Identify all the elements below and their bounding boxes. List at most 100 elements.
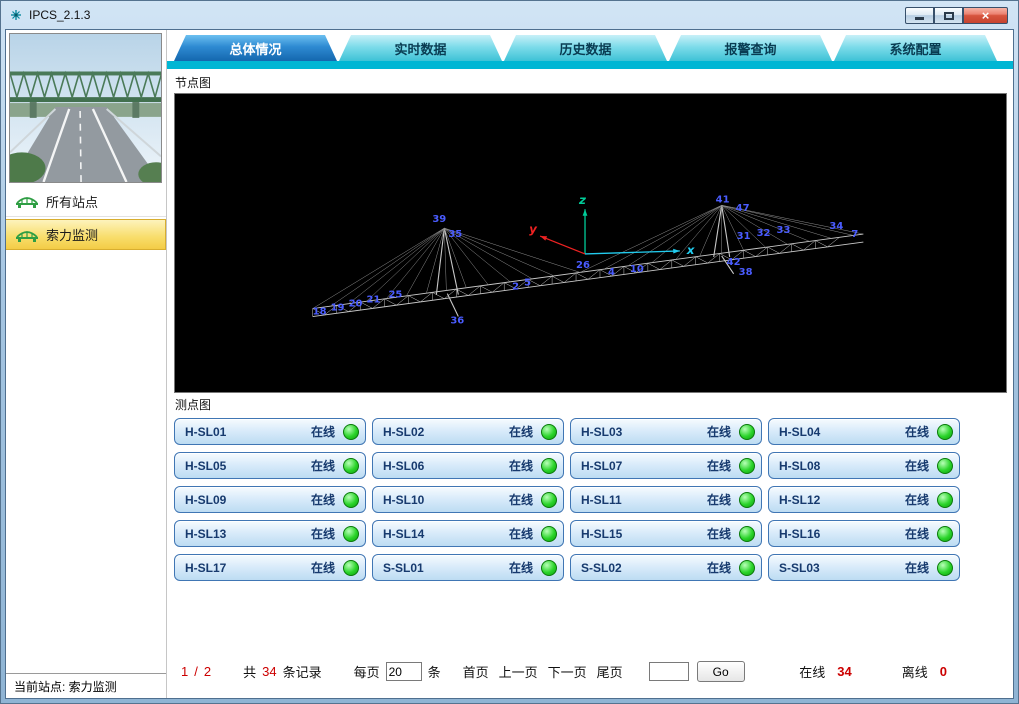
online-indicator-icon bbox=[937, 492, 953, 508]
sensor-card-H-SL17[interactable]: H-SL17在线 bbox=[174, 554, 366, 581]
sensor-id: H-SL15 bbox=[581, 527, 707, 541]
minimize-button[interactable] bbox=[905, 7, 934, 24]
online-indicator-icon bbox=[343, 424, 359, 440]
sensor-card-H-SL14[interactable]: H-SL14在线 bbox=[372, 520, 564, 547]
svg-text:5: 5 bbox=[524, 278, 531, 289]
sensor-card-H-SL16[interactable]: H-SL16在线 bbox=[768, 520, 960, 547]
sensor-id: H-SL13 bbox=[185, 527, 311, 541]
sensor-status: 在线 bbox=[509, 423, 533, 440]
sensor-id: H-SL17 bbox=[185, 561, 311, 575]
page-separator: / bbox=[194, 664, 198, 679]
sensor-status: 在线 bbox=[311, 491, 335, 508]
svg-text:47: 47 bbox=[736, 203, 750, 214]
page-jump-input[interactable] bbox=[649, 662, 689, 681]
sensor-status: 在线 bbox=[509, 525, 533, 542]
app-window: IPCS_2.1.3 × bbox=[0, 0, 1019, 704]
svg-text:7: 7 bbox=[851, 229, 858, 240]
sensor-card-H-SL03[interactable]: H-SL03在线 bbox=[570, 418, 762, 445]
sensor-status: 在线 bbox=[905, 423, 929, 440]
tab-0[interactable]: 总体情况 bbox=[174, 35, 337, 61]
svg-text:x: x bbox=[686, 243, 696, 257]
online-indicator-icon bbox=[343, 526, 359, 542]
total-pages: 2 bbox=[204, 664, 211, 679]
online-indicator-icon bbox=[937, 526, 953, 542]
main-area: 总体情况实时数据历史数据报警查询系统配置 节点图 zyx393536181920… bbox=[167, 30, 1013, 698]
records-suffix: 条记录 bbox=[283, 662, 322, 681]
tab-1[interactable]: 实时数据 bbox=[339, 35, 502, 61]
svg-text:z: z bbox=[578, 193, 586, 207]
sensor-card-H-SL08[interactable]: H-SL08在线 bbox=[768, 452, 960, 479]
prev-page-link[interactable]: 上一页 bbox=[499, 662, 538, 681]
sensor-id: H-SL16 bbox=[779, 527, 905, 541]
online-indicator-icon bbox=[739, 526, 755, 542]
sensor-card-H-SL09[interactable]: H-SL09在线 bbox=[174, 486, 366, 513]
online-indicator-icon bbox=[541, 526, 557, 542]
sensor-card-H-SL06[interactable]: H-SL06在线 bbox=[372, 452, 564, 479]
sensor-card-H-SL02[interactable]: H-SL02在线 bbox=[372, 418, 564, 445]
last-page-link[interactable]: 尾页 bbox=[597, 662, 623, 681]
svg-text:38: 38 bbox=[739, 267, 753, 278]
tab-underline bbox=[167, 61, 1013, 69]
app-icon bbox=[9, 8, 23, 22]
close-button[interactable]: × bbox=[963, 7, 1008, 24]
current-station-status: 当前站点: 索力监测 bbox=[6, 673, 166, 698]
online-label: 在线 bbox=[799, 662, 825, 681]
per-page-input[interactable] bbox=[386, 662, 422, 681]
online-indicator-icon bbox=[937, 458, 953, 474]
maximize-button[interactable] bbox=[934, 7, 963, 24]
sidebar-item-all-stations[interactable]: 所有站点 bbox=[6, 186, 166, 217]
title-bar: IPCS_2.1.3 bbox=[1, 1, 1018, 29]
sensor-card-H-SL15[interactable]: H-SL15在线 bbox=[570, 520, 762, 547]
online-indicator-icon bbox=[343, 458, 359, 474]
section-label-point-diagram: 测点图 bbox=[175, 396, 1013, 413]
sensor-status: 在线 bbox=[905, 491, 929, 508]
offline-count: 0 bbox=[940, 664, 947, 679]
tab-3[interactable]: 报警查询 bbox=[669, 35, 832, 61]
svg-text:20: 20 bbox=[349, 299, 363, 310]
sensor-card-H-SL13[interactable]: H-SL13在线 bbox=[174, 520, 366, 547]
bridge-photo bbox=[9, 33, 162, 183]
current-station-text: 当前站点: 索力监测 bbox=[14, 678, 117, 695]
window-title: IPCS_2.1.3 bbox=[29, 8, 90, 22]
tab-2[interactable]: 历史数据 bbox=[504, 35, 667, 61]
sensor-card-H-SL11[interactable]: H-SL11在线 bbox=[570, 486, 762, 513]
online-indicator-icon bbox=[937, 424, 953, 440]
sensor-card-H-SL05[interactable]: H-SL05在线 bbox=[174, 452, 366, 479]
bridge-wireframe-view[interactable]: zyx3935361819202125252641041473132333474… bbox=[174, 93, 1007, 393]
sensor-card-H-SL10[interactable]: H-SL10在线 bbox=[372, 486, 564, 513]
svg-text:39: 39 bbox=[432, 214, 446, 225]
svg-text:19: 19 bbox=[331, 303, 345, 314]
sensor-card-H-SL04[interactable]: H-SL04在线 bbox=[768, 418, 960, 445]
sensor-status: 在线 bbox=[509, 559, 533, 576]
online-indicator-icon bbox=[739, 560, 755, 576]
sensor-card-S-SL03[interactable]: S-SL03在线 bbox=[768, 554, 960, 581]
window-controls: × bbox=[905, 7, 1008, 24]
sensor-card-S-SL01[interactable]: S-SL01在线 bbox=[372, 554, 564, 581]
sensor-id: H-SL14 bbox=[383, 527, 509, 541]
sensor-card-H-SL01[interactable]: H-SL01在线 bbox=[174, 418, 366, 445]
sensor-id: S-SL01 bbox=[383, 561, 509, 575]
sensor-id: H-SL07 bbox=[581, 459, 707, 473]
online-indicator-icon bbox=[343, 492, 359, 508]
svg-text:26: 26 bbox=[576, 260, 590, 271]
close-icon: × bbox=[982, 8, 990, 23]
svg-text:32: 32 bbox=[757, 228, 771, 239]
sensor-id: H-SL01 bbox=[185, 425, 311, 439]
sensor-grid: H-SL01在线H-SL02在线H-SL03在线H-SL04在线H-SL05在线… bbox=[174, 418, 1013, 581]
sensor-status: 在线 bbox=[905, 559, 929, 576]
offline-label: 离线 bbox=[902, 662, 928, 681]
sensor-status: 在线 bbox=[707, 525, 731, 542]
tab-4[interactable]: 系统配置 bbox=[834, 35, 997, 61]
sensor-card-H-SL07[interactable]: H-SL07在线 bbox=[570, 452, 762, 479]
sensor-id: H-SL10 bbox=[383, 493, 509, 507]
pagination-bar: 1 / 2 共 34 条记录 每页 条 首页 上一页 下一页 尾页 Go 在线 … bbox=[181, 661, 1013, 682]
svg-text:34: 34 bbox=[829, 221, 843, 232]
maximize-icon bbox=[944, 12, 954, 20]
first-page-link[interactable]: 首页 bbox=[463, 662, 489, 681]
menu-label: 索力监测 bbox=[46, 225, 98, 244]
sensor-card-S-SL02[interactable]: S-SL02在线 bbox=[570, 554, 762, 581]
sensor-card-H-SL12[interactable]: H-SL12在线 bbox=[768, 486, 960, 513]
go-button[interactable]: Go bbox=[697, 661, 745, 682]
sidebar-item-cable-monitoring[interactable]: 索力监测 bbox=[6, 219, 166, 250]
next-page-link[interactable]: 下一页 bbox=[548, 662, 587, 681]
